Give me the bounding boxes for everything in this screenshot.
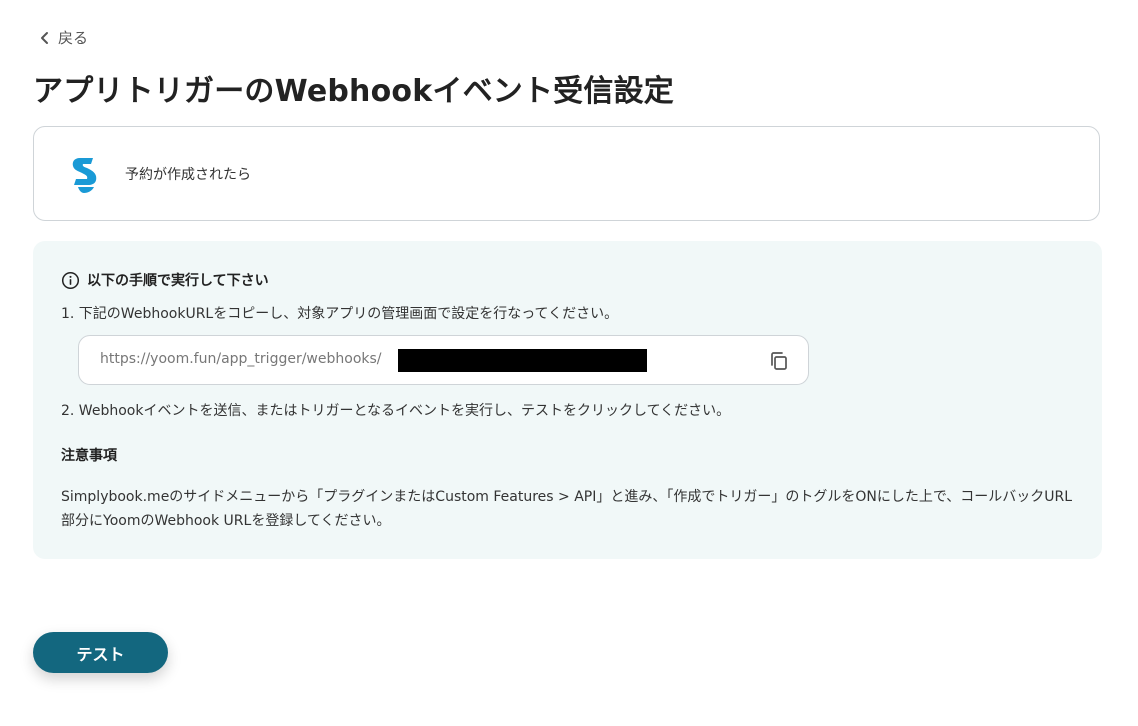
trigger-app-card: 予約が作成されたら: [33, 126, 1100, 221]
instructions-heading: 以下の手順で実行して下さい: [61, 270, 269, 290]
step-1-text: 1. 下記のWebhookURLをコピーし、対象アプリの管理画面で設定を行なって…: [61, 306, 619, 322]
back-label: 戻る: [58, 29, 89, 47]
instructions-panel: 以下の手順で実行して下さい 1. 下記のWebhookURLをコピーし、対象アプ…: [33, 241, 1102, 559]
simplybook-logo-icon: [68, 154, 102, 194]
test-button[interactable]: テスト: [33, 632, 168, 673]
redacted-url-token: [398, 349, 647, 372]
trigger-event-label: 予約が作成されたら: [125, 166, 251, 183]
webhook-url-field[interactable]: https://yoom.fun/app_trigger/webhooks/: [78, 335, 809, 385]
instructions-heading-text: 以下の手順で実行して下さい: [87, 273, 269, 289]
notes-heading: 注意事項: [61, 448, 117, 464]
webhook-settings-page: 戻る アプリトリガーのWebhookイベント受信設定 予約が作成されたら 以下の…: [0, 0, 1138, 726]
webhook-url-text[interactable]: https://yoom.fun/app_trigger/webhooks/: [100, 351, 382, 367]
back-link[interactable]: 戻る: [38, 27, 88, 48]
copy-icon[interactable]: [768, 350, 790, 372]
step-2-text: 2. Webhookイベントを送信、またはトリガーとなるイベントを実行し、テスト…: [61, 403, 731, 419]
chevron-left-icon: [41, 31, 48, 44]
page-title: アプリトリガーのWebhookイベント受信設定: [33, 74, 674, 109]
info-icon: [61, 271, 80, 289]
notes-body: Simplybook.meのサイドメニューから「プラグインまたはCustom F…: [61, 489, 1073, 529]
